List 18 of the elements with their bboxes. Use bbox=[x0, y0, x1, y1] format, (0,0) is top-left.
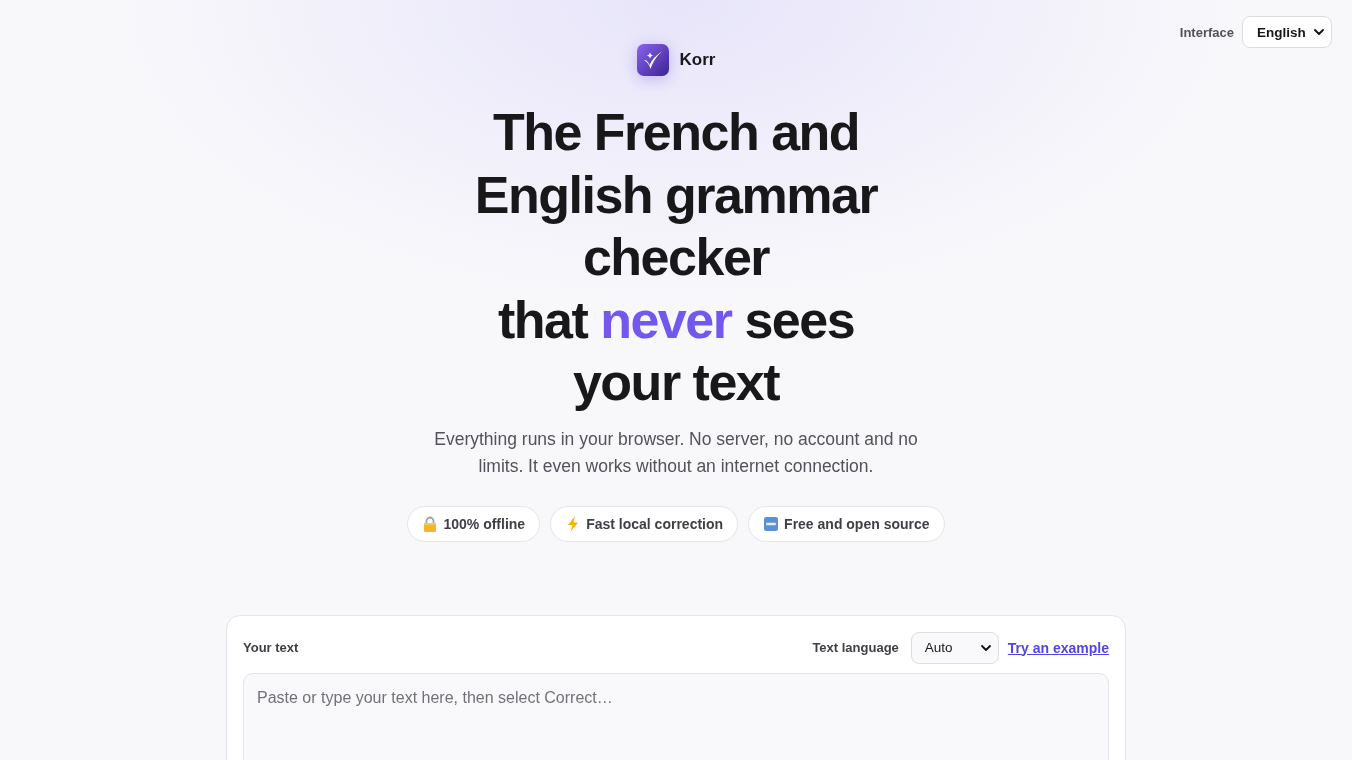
subtitle: Everything runs in your browser. No server, no account and no limits. It even works without an internet connection. bbox=[433, 427, 919, 478]
text-input-field[interactable]: Paste or type your text here, then select Correct… bbox=[243, 672, 1109, 760]
interface-language-select[interactable]: English bbox=[1242, 16, 1332, 48]
text-language-select[interactable]: Auto bbox=[910, 631, 999, 664]
checkmark-sparkle-logo-icon bbox=[636, 44, 669, 76]
interface-label: Interface bbox=[1179, 24, 1234, 40]
feature-badge: 100% offline bbox=[407, 505, 541, 542]
minus-tile-icon bbox=[764, 515, 779, 532]
editor-title: Your text bbox=[243, 640, 299, 655]
chevron-down-icon bbox=[980, 644, 991, 651]
headline: The French and English grammar checker that never sees your text bbox=[473, 102, 879, 413]
feature-badge: Free and open source bbox=[748, 505, 945, 542]
feature-badge: Fast local correction bbox=[550, 505, 739, 542]
brand-name: Korr bbox=[679, 50, 716, 70]
padlock-icon bbox=[423, 515, 438, 532]
chevron-down-icon bbox=[1314, 29, 1324, 35]
text-language-label: Text language bbox=[812, 640, 899, 655]
try-example-link[interactable]: Try an example bbox=[1007, 639, 1109, 656]
